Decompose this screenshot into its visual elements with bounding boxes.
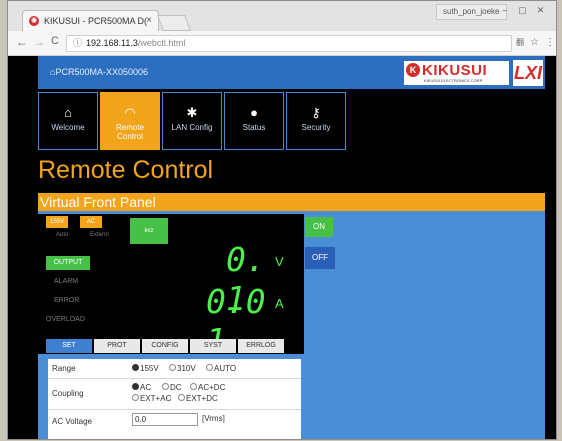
range-sub-label: Auto [56,232,69,238]
title-bar: ✺ KIKUSUI - PCR500MA D( × suth_pon_joeke… [8,1,556,32]
source-indicator[interactable]: AC [80,216,102,228]
panel-area: 155V AC Auto Externl kvz OUTPUT ALARM ER… [38,211,545,439]
radio-icon [206,364,213,371]
maximize-icon[interactable]: ▢ [516,4,529,16]
gear-icon: ✱ [186,105,198,120]
nav-remote-control[interactable]: ◠ Remote Control [100,92,160,150]
browser-window: ✺ KIKUSUI - PCR500MA D( × suth_pon_joeke… [7,0,557,440]
gauge-icon: ◠ [124,105,136,120]
home-icon: ⌂ [64,105,72,120]
off-button[interactable]: OFF [305,247,335,269]
forward-icon[interactable]: → [33,35,45,49]
radio-icon [178,394,185,401]
nav-security[interactable]: ⚷ Security [286,92,346,150]
kvz-button[interactable]: kvz [130,218,168,244]
virtual-front-panel: 155V AC Auto Externl kvz OUTPUT ALARM ER… [38,214,304,360]
ac-voltage-input[interactable]: 0.0 [132,413,198,426]
tab-errlog[interactable]: ERRLOG [238,339,284,353]
url-path: /webctl.html [137,38,186,48]
minimize-icon[interactable]: – [498,4,511,16]
device-name: ⌂PCR500MA-XX050006 [50,67,148,77]
radio-selected-icon [132,383,139,390]
page-header: ⌂PCR500MA-XX050006 K KIKUSUI KIKUSUI ELE… [38,56,545,89]
coupling-option-ac[interactable]: AC [132,383,151,392]
tab-config[interactable]: CONFIG [142,339,188,353]
radio-icon [132,394,139,401]
on-button[interactable]: ON [305,217,333,237]
range-option-310v[interactable]: 310V [169,364,196,373]
info-icon[interactable]: ⓘ [73,38,82,48]
page-title: Remote Control [38,156,214,184]
radio-selected-icon [132,364,139,371]
coupling-label: Coupling [52,389,84,398]
tab-title: KIKUSUI - PCR500MA D( [44,16,148,26]
web-page: ⌂PCR500MA-XX050006 K KIKUSUI KIKUSUI ELE… [8,56,556,439]
profile-button[interactable]: suth_pon_joeke [436,4,507,20]
range-row: Range 155V 310V AUTO [48,359,301,379]
kikusui-mark-icon: K [406,63,420,77]
key-icon: ⚷ [311,105,321,120]
ac-voltage-unit: [Vrms] [202,414,225,423]
coupling-row: Coupling AC DC AC+DC EXT+AC EXT+DC [48,379,301,410]
url-field[interactable]: ⓘ 192.168.11.3/webctl.html [66,35,512,52]
range-label: Range [52,364,76,373]
translate-icon[interactable]: 翻 [516,37,524,48]
browser-tab[interactable]: ✺ KIKUSUI - PCR500MA D( × [22,10,159,32]
range-option-auto[interactable]: AUTO [206,364,236,373]
info-icon: ● [250,105,258,120]
coupling-option-ext-ac[interactable]: EXT+AC [132,394,171,403]
range-indicator[interactable]: 155V [46,216,68,228]
section-title: Virtual Front Panel [38,193,545,211]
menu-icon[interactable]: ⋮ [545,37,555,48]
url-host: 192.168.11.3 [86,38,138,48]
nav-welcome[interactable]: ⌂ Welcome [38,92,98,150]
new-tab-button[interactable] [157,15,191,31]
nav-lan-config[interactable]: ✱ LAN Config [162,92,222,150]
tab-prot[interactable]: PROT [94,339,140,353]
range-option-155v[interactable]: 155V [132,364,159,373]
tab-syst[interactable]: SYST [190,339,236,353]
lxi-logo: LXI [513,60,543,86]
coupling-option-ac-dc[interactable]: AC+DC [190,383,225,392]
current-unit: A [275,296,284,311]
source-sub-label: Externl [90,232,109,238]
output-indicator[interactable]: OUTPUT [46,256,90,270]
kikusui-logo: K KIKUSUI KIKUSUI ELECTRONICS CORP. [404,61,509,85]
bookmark-star-icon[interactable]: ☆ [530,37,539,48]
coupling-option-dc[interactable]: DC [162,383,182,392]
radio-icon [169,364,176,371]
tab-close-icon[interactable]: × [146,15,152,26]
address-bar: ← → C ⓘ 192.168.11.3/webctl.html 翻 ☆ ⋮ [8,31,556,56]
coupling-option-ext-dc[interactable]: EXT+DC [178,394,218,403]
overload-label: OVERLOAD [46,316,85,323]
error-label: ERROR [54,297,80,304]
reload-icon[interactable]: C [51,35,59,47]
kikusui-favicon-icon: ✺ [29,16,39,26]
radio-icon [190,383,197,390]
ac-voltage-row: AC Voltage 0.0 [Vrms] [48,410,301,439]
voltage-unit: V [275,254,284,269]
ac-voltage-label: AC Voltage [52,417,93,426]
window-close-icon[interactable]: ✕ [534,4,547,16]
tab-set[interactable]: SET [46,339,92,353]
radio-icon [162,383,169,390]
alarm-label: ALARM [54,278,79,285]
nav-status[interactable]: ● Status [224,92,284,150]
settings-table: Range 155V 310V AUTO Coupling AC DC AC+D… [48,359,301,439]
back-icon[interactable]: ← [16,35,28,49]
